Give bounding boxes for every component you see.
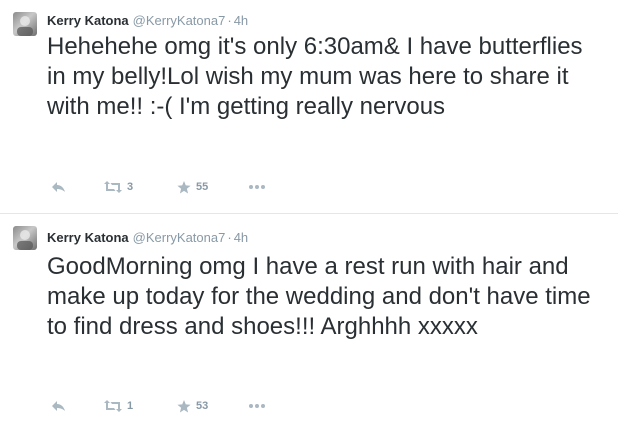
- fullname[interactable]: Kerry Katona: [47, 230, 129, 245]
- separator: ·: [227, 13, 232, 28]
- tweet-header: Kerry Katona @KerryKatona7 · 4h: [47, 13, 248, 29]
- favorite-button[interactable]: 53: [177, 396, 208, 416]
- retweet-count: 1: [127, 400, 134, 412]
- more-button[interactable]: [248, 396, 266, 416]
- favorite-count: 55: [196, 181, 209, 193]
- tweet[interactable]: Kerry Katona @KerryKatona7 · 4h Hehehehe om…: [0, 0, 618, 213]
- fullname[interactable]: Kerry Katona: [47, 13, 129, 28]
- tweet-text: Hehehehe omg it's only 6:30am& I have bu…: [47, 33, 583, 120]
- avatar[interactable]: [13, 226, 37, 250]
- more-button[interactable]: [248, 177, 266, 197]
- username[interactable]: @KerryKatona7: [133, 230, 226, 245]
- favorite-button[interactable]: 55: [177, 177, 208, 197]
- retweet-button[interactable]: 1: [104, 396, 133, 416]
- retweet-icon: [104, 400, 122, 412]
- reply-button[interactable]: [51, 177, 66, 197]
- username[interactable]: @KerryKatona7: [133, 13, 226, 28]
- avatar[interactable]: [13, 12, 37, 36]
- favorite-icon: [177, 180, 191, 193]
- retweet-count: 3: [127, 181, 134, 193]
- retweet-icon: [104, 181, 122, 193]
- reply-icon: [52, 401, 65, 411]
- timestamp[interactable]: 4h: [234, 13, 248, 28]
- tweet-text: GoodMorning omg I have a rest run with h…: [47, 253, 591, 340]
- favorite-count: 53: [196, 400, 209, 412]
- retweet-button[interactable]: 3: [104, 177, 133, 197]
- favorite-icon: [177, 399, 191, 412]
- tweet-header: Kerry Katona @KerryKatona7 · 4h: [47, 230, 248, 246]
- separator: ·: [227, 230, 232, 245]
- reply-button[interactable]: [51, 396, 66, 416]
- more-icon: [249, 404, 265, 408]
- reply-icon: [52, 182, 65, 192]
- tweet[interactable]: Kerry Katona @KerryKatona7 · 4h GoodMorning…: [0, 213, 618, 426]
- more-icon: [249, 185, 265, 189]
- timestamp[interactable]: 4h: [234, 230, 248, 245]
